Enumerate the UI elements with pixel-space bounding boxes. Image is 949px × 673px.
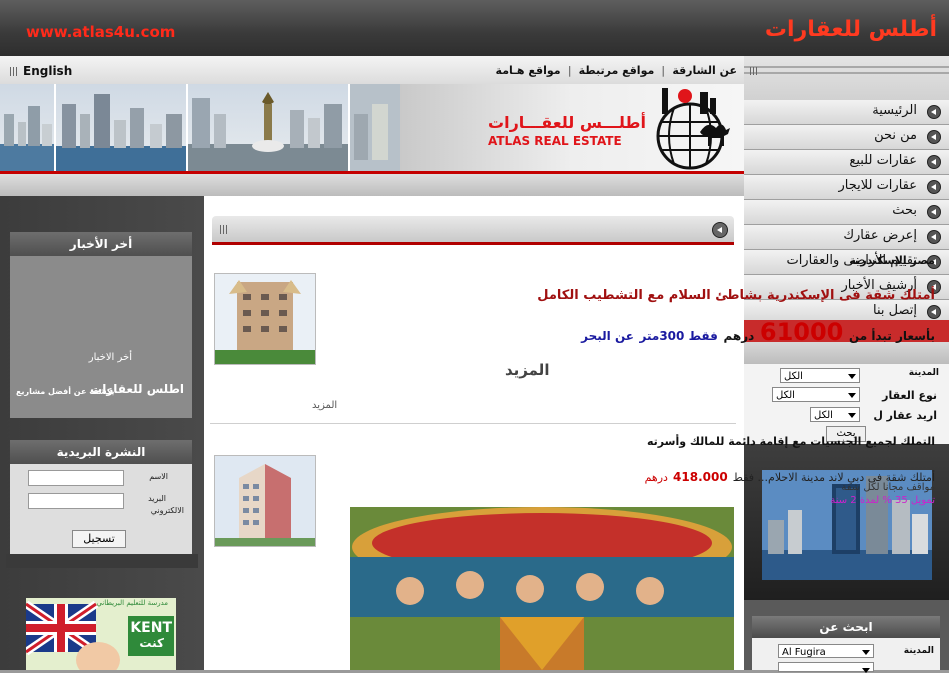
tower-photo xyxy=(215,456,315,546)
city-label: المدينة xyxy=(908,368,939,378)
search-city-label: المدينة xyxy=(903,646,934,656)
price-extra: فقط 300متر xyxy=(639,329,718,343)
arrow-left-icon xyxy=(927,180,941,194)
amusement-ride-photo xyxy=(350,507,734,670)
listing1-more-big[interactable]: المزيد xyxy=(505,361,549,379)
site-url[interactable]: www.atlas4u.com xyxy=(26,23,175,41)
search-box-title: ابحث عن xyxy=(752,616,940,638)
price-value: 61000 xyxy=(759,318,844,346)
ride-photo[interactable] xyxy=(350,507,734,670)
menu-item-list-property[interactable]: إعرض عقارك xyxy=(744,225,949,250)
top-link-important[interactable]: مواقع هـامة xyxy=(496,64,561,77)
top-link-related[interactable]: مواقع مرتبطة xyxy=(579,64,655,77)
listing2-financing: تمويل 35 % لمدة 2 سنة xyxy=(830,495,935,506)
property-type-label: نوع العقار xyxy=(882,389,937,402)
logo-english-text: ATLAS REAL ESTATE xyxy=(488,134,622,148)
name-input[interactable] xyxy=(28,470,124,486)
search-second-select[interactable] xyxy=(778,662,874,673)
content-header-line xyxy=(212,242,734,245)
language-label: English xyxy=(23,64,73,78)
news-box: أخر الأخبار أخر الاخبار اطلس للعقارات يك… xyxy=(10,232,192,418)
menu-item-about[interactable]: من نحن xyxy=(744,125,949,150)
arrow-left-icon xyxy=(927,155,941,169)
email-input[interactable] xyxy=(28,493,124,509)
ad-tagline: مدرسة للتعليم البريطاني xyxy=(96,599,168,607)
site-title: أطلس للعقارات xyxy=(764,17,937,42)
listing1-more-link[interactable]: المزيد xyxy=(312,400,337,411)
listing2-price: 418.000 xyxy=(673,470,728,484)
listing2-thumbnail[interactable] xyxy=(214,455,316,547)
search-city-select[interactable]: Al Fugira xyxy=(778,644,874,658)
city-select[interactable]: الكل xyxy=(780,368,860,383)
purpose-select[interactable]: الكل xyxy=(810,407,860,422)
menu-item-home[interactable]: الرئيسية xyxy=(744,100,949,125)
news-item-desc: يكشف عن أفضل مشاريع xyxy=(16,387,115,396)
top-link-sharjah[interactable]: عن الشارقة xyxy=(672,64,737,77)
menu-item-search[interactable]: بحث xyxy=(744,200,949,225)
listing1-headline[interactable]: أمتلك شقة فى الإسكندرية بشاطئ السلام مع … xyxy=(525,288,935,303)
newsletter-box: النشرة البريدية الاسم البريد الالكتروني … xyxy=(10,440,192,554)
quick-search-panel: المدينة الكل نوع العقار الكل اريد عقار ل… xyxy=(744,364,949,444)
ad-brand-ar: كنت xyxy=(139,636,164,650)
menu-item-for-rent[interactable]: عقارات للايجار xyxy=(744,175,949,200)
listing1-price-line: بأسعار تبدأ من 61000 درهم فقط 300متر عن … xyxy=(515,318,935,346)
name-label: الاسم xyxy=(149,472,168,481)
listing2-currency: درهم xyxy=(644,471,668,484)
news-title: أخر الأخبار xyxy=(10,232,192,256)
kent-ad-banner[interactable]: KENT كنت مدرسة للتعليم البريطاني xyxy=(26,598,176,670)
sidebar-spacer xyxy=(6,554,198,568)
arrow-left-icon xyxy=(927,105,941,119)
ad-brand: KENT xyxy=(130,620,172,636)
purpose-label: اريد عقار ل xyxy=(873,409,937,422)
back-arrow-icon[interactable] xyxy=(712,222,728,238)
price-extra-2: عن البحر xyxy=(581,329,634,343)
listing1-location: مصر الإسكندرية xyxy=(849,254,935,267)
menu-item-for-sale[interactable]: عقارات للبيع xyxy=(744,150,949,175)
grip-icon xyxy=(10,67,18,76)
grip-icon xyxy=(220,225,228,234)
arrow-left-icon xyxy=(927,305,941,319)
arrow-left-icon xyxy=(927,230,941,244)
banner-grey-bar xyxy=(0,174,744,196)
property-type-select[interactable]: الكل xyxy=(772,387,860,402)
listing2-headline[interactable]: التملك لجميع الجنسيات مع إقامة دائمة للم… xyxy=(647,435,935,448)
listing2-parking: مواقف مجانا لكل شقة xyxy=(841,482,935,493)
price-currency: درهم xyxy=(723,329,755,343)
top-links: عن الشارقة|مواقع مرتبطة|مواقع هـامة xyxy=(495,64,737,77)
language-link[interactable]: English xyxy=(10,64,72,78)
email-label-2: الالكتروني xyxy=(150,506,184,515)
content-header xyxy=(212,216,734,242)
email-label-1: البريد xyxy=(148,494,166,503)
subscribe-button[interactable]: تسجيل xyxy=(72,530,126,548)
newsletter-title: النشرة البريدية xyxy=(10,440,192,464)
logo-arabic-text: أطلـــس للعقـــارات xyxy=(488,113,646,132)
menu-top-panel xyxy=(744,56,949,104)
news-item-title[interactable]: أخر الاخبار xyxy=(89,352,132,363)
building-photo xyxy=(215,274,315,364)
price-prefix: بأسعار تبدأ من xyxy=(848,329,935,343)
grip-icon xyxy=(750,67,758,75)
arrow-left-icon xyxy=(927,130,941,144)
arrow-left-icon xyxy=(927,205,941,219)
listing-divider xyxy=(210,423,736,424)
listing1-thumbnail[interactable] xyxy=(214,273,316,365)
